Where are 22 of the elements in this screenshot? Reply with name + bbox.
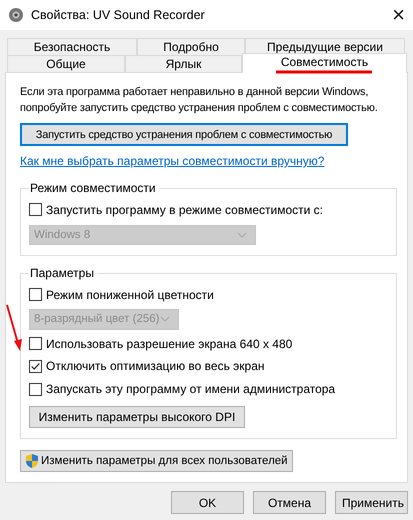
tab[interactable]: Совместимость <box>242 53 407 73</box>
troubleshoot-button[interactable]: Запустить средство устранения проблем с совместимостью <box>20 123 348 146</box>
dialog-button[interactable]: OK <box>171 491 244 514</box>
checkbox-label[interactable]: Запустить программу в режиме совместимости с: <box>46 202 323 217</box>
tab[interactable]: Безопасность <box>7 38 137 55</box>
help-link[interactable]: Как мне выбрать параметры совместимости вручную? <box>20 154 324 168</box>
close-button[interactable]: × <box>392 4 405 26</box>
tab[interactable]: Ярлык <box>125 55 242 72</box>
all-users-button[interactable]: Изменить параметры для всех пользователей <box>20 450 293 472</box>
dialog-button[interactable]: Применить <box>335 491 408 514</box>
checkbox-label[interactable]: Отключить оптимизацию во весь экран <box>46 359 264 374</box>
dpi-settings-button[interactable]: Изменить параметры высокого DPI <box>29 406 245 428</box>
checkbox-label[interactable]: Режим пониженной цветности <box>46 288 214 302</box>
tab[interactable]: Подробно <box>137 38 245 55</box>
group-title: Параметры <box>29 266 97 280</box>
checkbox-label[interactable]: Использовать разрешение экрана 640 x 480 <box>46 336 292 351</box>
intro-text: Если эта программа работает неправильно в данной версии Windows, попробуйте запустить средство устранения проблем с совместимостью. <box>20 85 379 116</box>
group-title: Режим совместимости <box>29 181 159 195</box>
window-title: Свойства: UV Sound Recorder <box>31 8 206 22</box>
tab[interactable]: Общие <box>7 55 125 72</box>
dialog-button[interactable]: Отмена <box>253 491 326 514</box>
checkbox-label[interactable]: Запускать эту программу от имени администратора <box>46 382 336 396</box>
